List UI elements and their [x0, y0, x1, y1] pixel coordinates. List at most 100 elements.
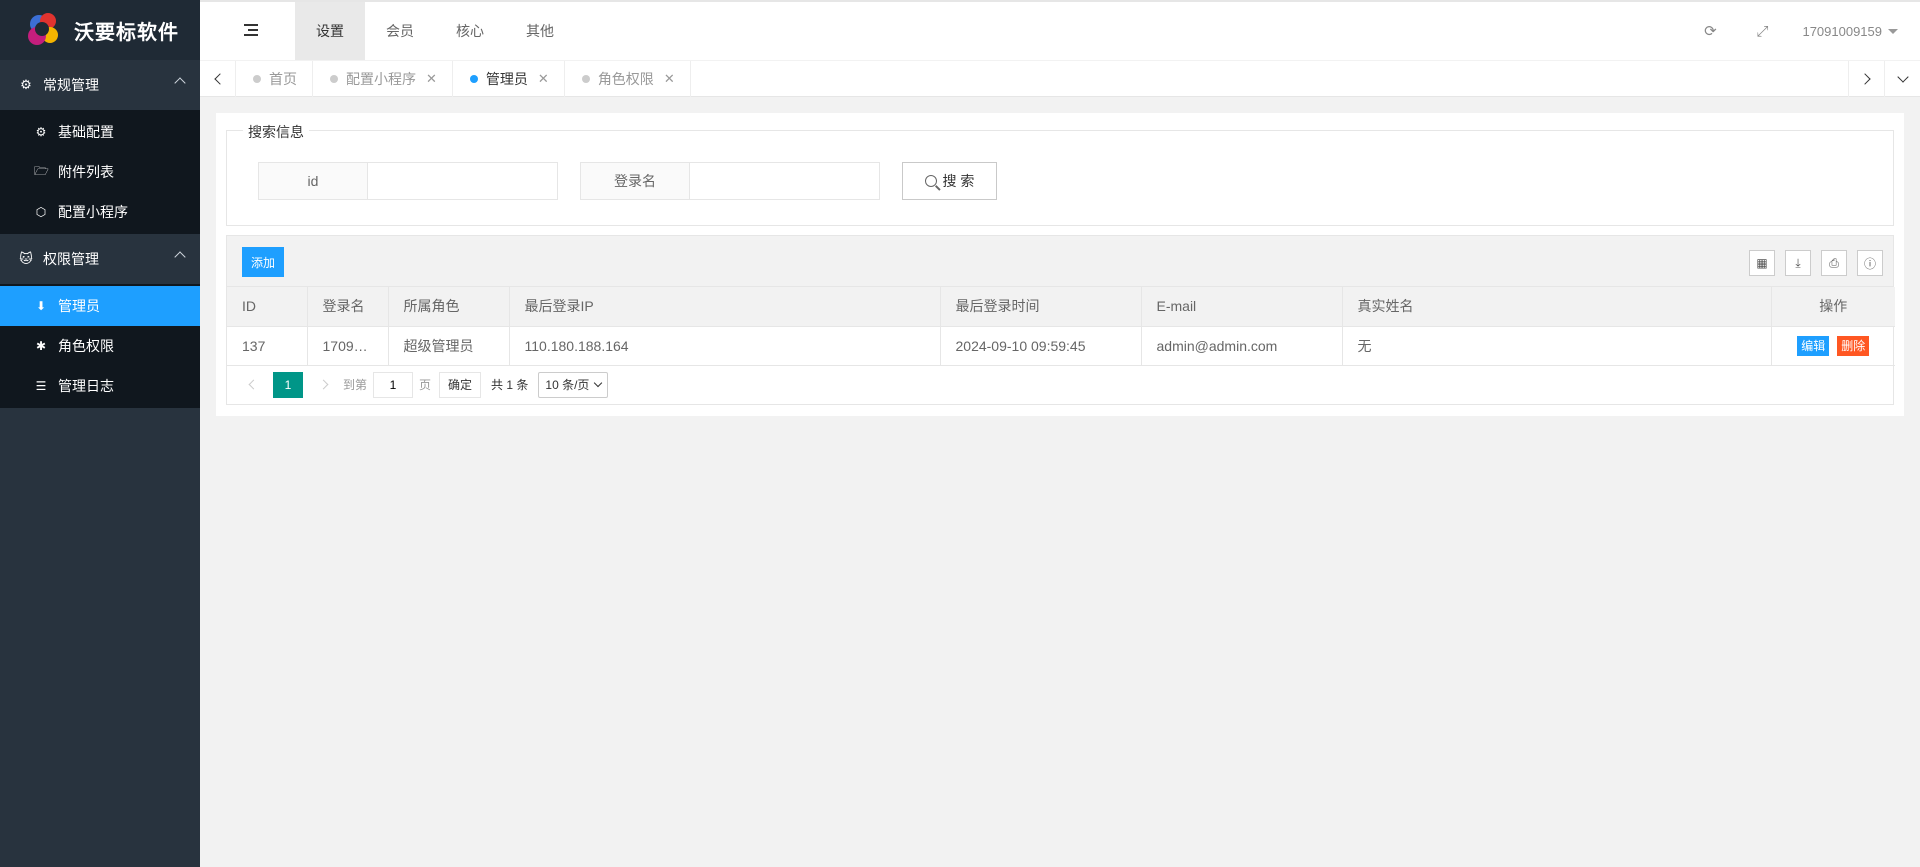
- username: 17091009159: [1802, 23, 1882, 39]
- folder-open-icon: 🗁: [34, 163, 49, 178]
- search-legend: 搜索信息: [243, 122, 309, 142]
- submenu-general: ⚙ 基础配置 🗁 附件列表 ⬡ 配置小程序: [0, 110, 200, 234]
- gear-icon: ⚙: [20, 77, 32, 92]
- columns-filter-icon[interactable]: ▦: [1749, 250, 1775, 276]
- cell-realname: 无: [1342, 326, 1772, 366]
- form-item-username: 登录名: [580, 162, 880, 200]
- edit-button[interactable]: 编辑: [1797, 335, 1830, 356]
- close-icon[interactable]: ✕: [664, 71, 675, 87]
- page-size-select[interactable]: 10 条/页: [538, 371, 609, 398]
- sidebar: 沃要标软件 ⚙ 常规管理 ⚙ 基础配置 🗁 附件列表 ⬡ 配置小程序 🐱 权限管…: [0, 0, 200, 867]
- sidebar-item-label: 角色权限: [58, 338, 114, 354]
- chevron-left-icon: [213, 73, 226, 85]
- sidebar-item-roles[interactable]: ✱ 角色权限: [0, 326, 200, 366]
- th-last-time[interactable]: 最后登录时间: [940, 287, 1142, 327]
- nav-item-members[interactable]: 会员: [365, 2, 435, 60]
- sidebar-item-label: 基础配置: [58, 124, 114, 140]
- next-page-button[interactable]: [309, 371, 337, 399]
- tab-scroll-left-button[interactable]: [200, 61, 236, 97]
- sidebar-item-label: 配置小程序: [58, 204, 128, 220]
- tab-roles[interactable]: 角色权限 ✕: [565, 61, 691, 97]
- th-role[interactable]: 所属角色: [388, 287, 510, 327]
- nav-item-other[interactable]: 其他: [505, 2, 575, 60]
- menu-head-general[interactable]: ⚙ 常规管理: [0, 60, 200, 110]
- username-input[interactable]: [690, 162, 880, 200]
- search-button[interactable]: 搜 索: [902, 162, 997, 200]
- tab-label: 配置小程序: [346, 71, 416, 87]
- th-email[interactable]: E-mail: [1141, 287, 1343, 327]
- admin-table: ID 登录名 所属角色 最后登录IP 最后登录时间 E-mail 真实姓名 操作…: [227, 287, 1895, 366]
- sidebar-toggle-icon[interactable]: [244, 20, 260, 40]
- sidebar-item-basic-config[interactable]: ⚙ 基础配置: [0, 112, 200, 152]
- arrow-circle-down-icon: ⬇: [35, 299, 47, 313]
- current-page[interactable]: 1: [273, 371, 303, 398]
- tab-dot-icon: [581, 75, 590, 83]
- menu-group-permission: 🐱 权限管理 ⬇ 管理员 ✱ 角色权限 ☰ 管理日志: [0, 234, 200, 408]
- logo-area[interactable]: 沃要标软件: [0, 0, 200, 60]
- table-tools: ▦ ⤓ ⎙ ⓘ: [1739, 250, 1883, 276]
- tab-menu-button[interactable]: [1884, 61, 1920, 97]
- print-icon[interactable]: ⎙: [1821, 250, 1847, 276]
- chevron-left-icon: [248, 379, 258, 390]
- menu-head-label: 常规管理: [43, 77, 99, 93]
- goto-confirm-button[interactable]: 确定: [439, 371, 482, 398]
- tab-scroll-right-button[interactable]: [1848, 61, 1884, 97]
- id-label: id: [258, 162, 368, 200]
- list-icon: ☰: [35, 379, 47, 393]
- page-unit-label: 页: [419, 378, 432, 392]
- sidebar-item-logs[interactable]: ☰ 管理日志: [0, 366, 200, 406]
- search-fieldset: 搜索信息 id 登录名 搜 索: [226, 122, 1894, 226]
- th-username[interactable]: 登录名: [307, 287, 389, 327]
- sidebar-item-label: 管理员: [58, 298, 100, 314]
- table-header-row: ID 登录名 所属角色 最后登录IP 最后登录时间 E-mail 真实姓名 操作: [227, 287, 1895, 327]
- sidebar-item-attachments[interactable]: 🗁 附件列表: [0, 152, 200, 192]
- tab-admin[interactable]: 管理员 ✕: [453, 61, 565, 97]
- refresh-icon[interactable]: ⟳: [1684, 2, 1736, 60]
- add-button[interactable]: 添加: [242, 247, 285, 277]
- tab-label: 管理员: [485, 71, 528, 87]
- sidebar-item-miniprogram[interactable]: ⬡ 配置小程序: [0, 192, 200, 232]
- chevron-up-icon: [174, 251, 186, 263]
- prev-page-button[interactable]: [239, 371, 267, 399]
- tab-dot-icon: [253, 75, 261, 83]
- th-realname[interactable]: 真实姓名: [1342, 287, 1772, 327]
- user-menu[interactable]: 17091009159: [1788, 24, 1920, 39]
- tab-label: 首页: [269, 71, 297, 87]
- close-icon[interactable]: ✕: [426, 71, 437, 87]
- header-nav: 设置 会员 核心 其他: [295, 2, 575, 60]
- cell-id: 137: [227, 326, 308, 366]
- tabs: 首页 配置小程序 ✕ 管理员 ✕ 角色权限 ✕: [236, 61, 691, 97]
- cell-role: 超级管理员: [388, 326, 510, 366]
- th-last-ip[interactable]: 最后登录IP: [509, 287, 941, 327]
- data-table: 添加 ▦ ⤓ ⎙ ⓘ ID 登录名 所属角色 最后登录IP 最后登录时间 E-m…: [226, 235, 1895, 405]
- goto-page-input[interactable]: [373, 371, 414, 398]
- tab-bar: 首页 配置小程序 ✕ 管理员 ✕ 角色权限 ✕: [200, 61, 1920, 97]
- menu-group-general: ⚙ 常规管理 ⚙ 基础配置 🗁 附件列表 ⬡ 配置小程序: [0, 60, 200, 234]
- fullscreen-icon[interactable]: ⤢: [1736, 2, 1788, 60]
- info-icon[interactable]: ⓘ: [1857, 250, 1883, 276]
- cell-email: admin@admin.com: [1141, 326, 1343, 366]
- page-size-value: 10 条/页: [545, 378, 590, 392]
- tab-miniprogram[interactable]: 配置小程序 ✕: [313, 61, 453, 97]
- pagination: 1 到第 页 确定 共 1 条 10 条/页: [227, 366, 1893, 404]
- chevron-up-icon: [174, 77, 186, 89]
- id-input[interactable]: [368, 162, 558, 200]
- close-icon[interactable]: ✕: [538, 71, 549, 87]
- table-row[interactable]: 137 17091009159 超级管理员 110.180.188.164 20…: [227, 326, 1895, 366]
- chevron-down-icon: [594, 378, 603, 388]
- search-button-label: 搜 索: [942, 173, 975, 189]
- nav-item-settings[interactable]: 设置: [295, 2, 365, 60]
- menu-head-permission[interactable]: 🐱 权限管理: [0, 234, 200, 284]
- cell-username: 17091009159: [307, 326, 389, 366]
- sidebar-item-admin[interactable]: ⬇ 管理员: [0, 286, 200, 326]
- th-id[interactable]: ID: [227, 287, 308, 327]
- cell-actions: 编辑 删除: [1771, 326, 1895, 366]
- top-header: 设置 会员 核心 其他 ⟳ ⤢ 17091009159: [200, 0, 1920, 60]
- sidebar-item-label: 管理日志: [58, 378, 114, 394]
- delete-button[interactable]: 删除: [1837, 335, 1870, 356]
- tab-home[interactable]: 首页: [236, 61, 313, 97]
- cell-last-time: 2024-09-10 09:59:45: [940, 326, 1142, 366]
- nav-item-core[interactable]: 核心: [435, 2, 505, 60]
- export-icon[interactable]: ⤓: [1785, 250, 1811, 276]
- form-item-id: id: [258, 162, 558, 200]
